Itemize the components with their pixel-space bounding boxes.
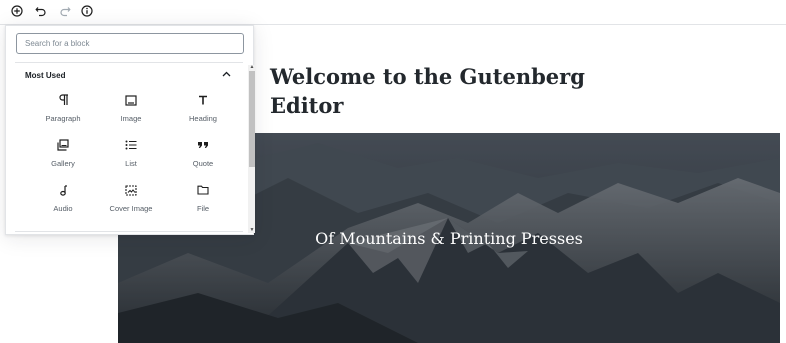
- gallery-icon: [55, 137, 71, 153]
- block-item-paragraph[interactable]: Paragraph: [33, 92, 93, 132]
- scroll-up-icon[interactable]: ▲: [249, 65, 255, 70]
- chevron-up-icon[interactable]: [222, 69, 231, 80]
- block-item-cover-image[interactable]: Cover Image: [101, 182, 161, 222]
- block-item-audio[interactable]: Audio: [33, 182, 93, 222]
- cover-image-icon: [123, 182, 139, 198]
- block-item-list[interactable]: List: [101, 137, 161, 177]
- editor-toolbar: [0, 0, 786, 25]
- block-item-gallery[interactable]: Gallery: [33, 137, 93, 177]
- block-label: List: [125, 159, 137, 168]
- quote-icon: [195, 137, 211, 153]
- block-label: Paragraph: [45, 114, 81, 123]
- add-block-icon[interactable]: [9, 3, 25, 19]
- file-icon: [195, 182, 211, 198]
- list-icon: [123, 137, 139, 153]
- search-input[interactable]: [16, 33, 244, 54]
- block-label: File: [196, 204, 210, 213]
- scrollbar-thumb[interactable]: [249, 71, 255, 167]
- block-item-image[interactable]: Image: [101, 92, 161, 132]
- inserter-scrollbar[interactable]: ▲ ▼: [248, 65, 255, 233]
- undo-icon[interactable]: [33, 3, 49, 19]
- block-label: Audio: [53, 204, 73, 213]
- block-item-heading[interactable]: Heading: [173, 92, 233, 132]
- panel-divider: [15, 231, 243, 232]
- block-inserter-popover: Most Used Paragraph Image Heading: [5, 25, 255, 235]
- scroll-down-icon[interactable]: ▼: [249, 228, 255, 233]
- redo-icon[interactable]: [57, 3, 73, 19]
- info-icon[interactable]: [79, 3, 95, 19]
- most-used-panel-header[interactable]: Most Used: [15, 62, 243, 84]
- audio-icon: [55, 182, 71, 198]
- block-item-quote[interactable]: Quote: [173, 137, 233, 177]
- panel-title: Most Used: [25, 71, 66, 80]
- heading-icon: [195, 92, 211, 108]
- block-label: Heading: [189, 114, 217, 123]
- block-item-file[interactable]: File: [173, 182, 233, 222]
- block-label: Gallery: [51, 159, 75, 168]
- image-icon: [123, 92, 139, 108]
- block-label: Cover Image: [109, 204, 153, 213]
- block-label: Image: [120, 114, 142, 123]
- block-label: Quote: [192, 159, 214, 168]
- paragraph-icon: [55, 92, 71, 108]
- post-title[interactable]: Welcome to the Gutenberg Editor: [270, 62, 650, 120]
